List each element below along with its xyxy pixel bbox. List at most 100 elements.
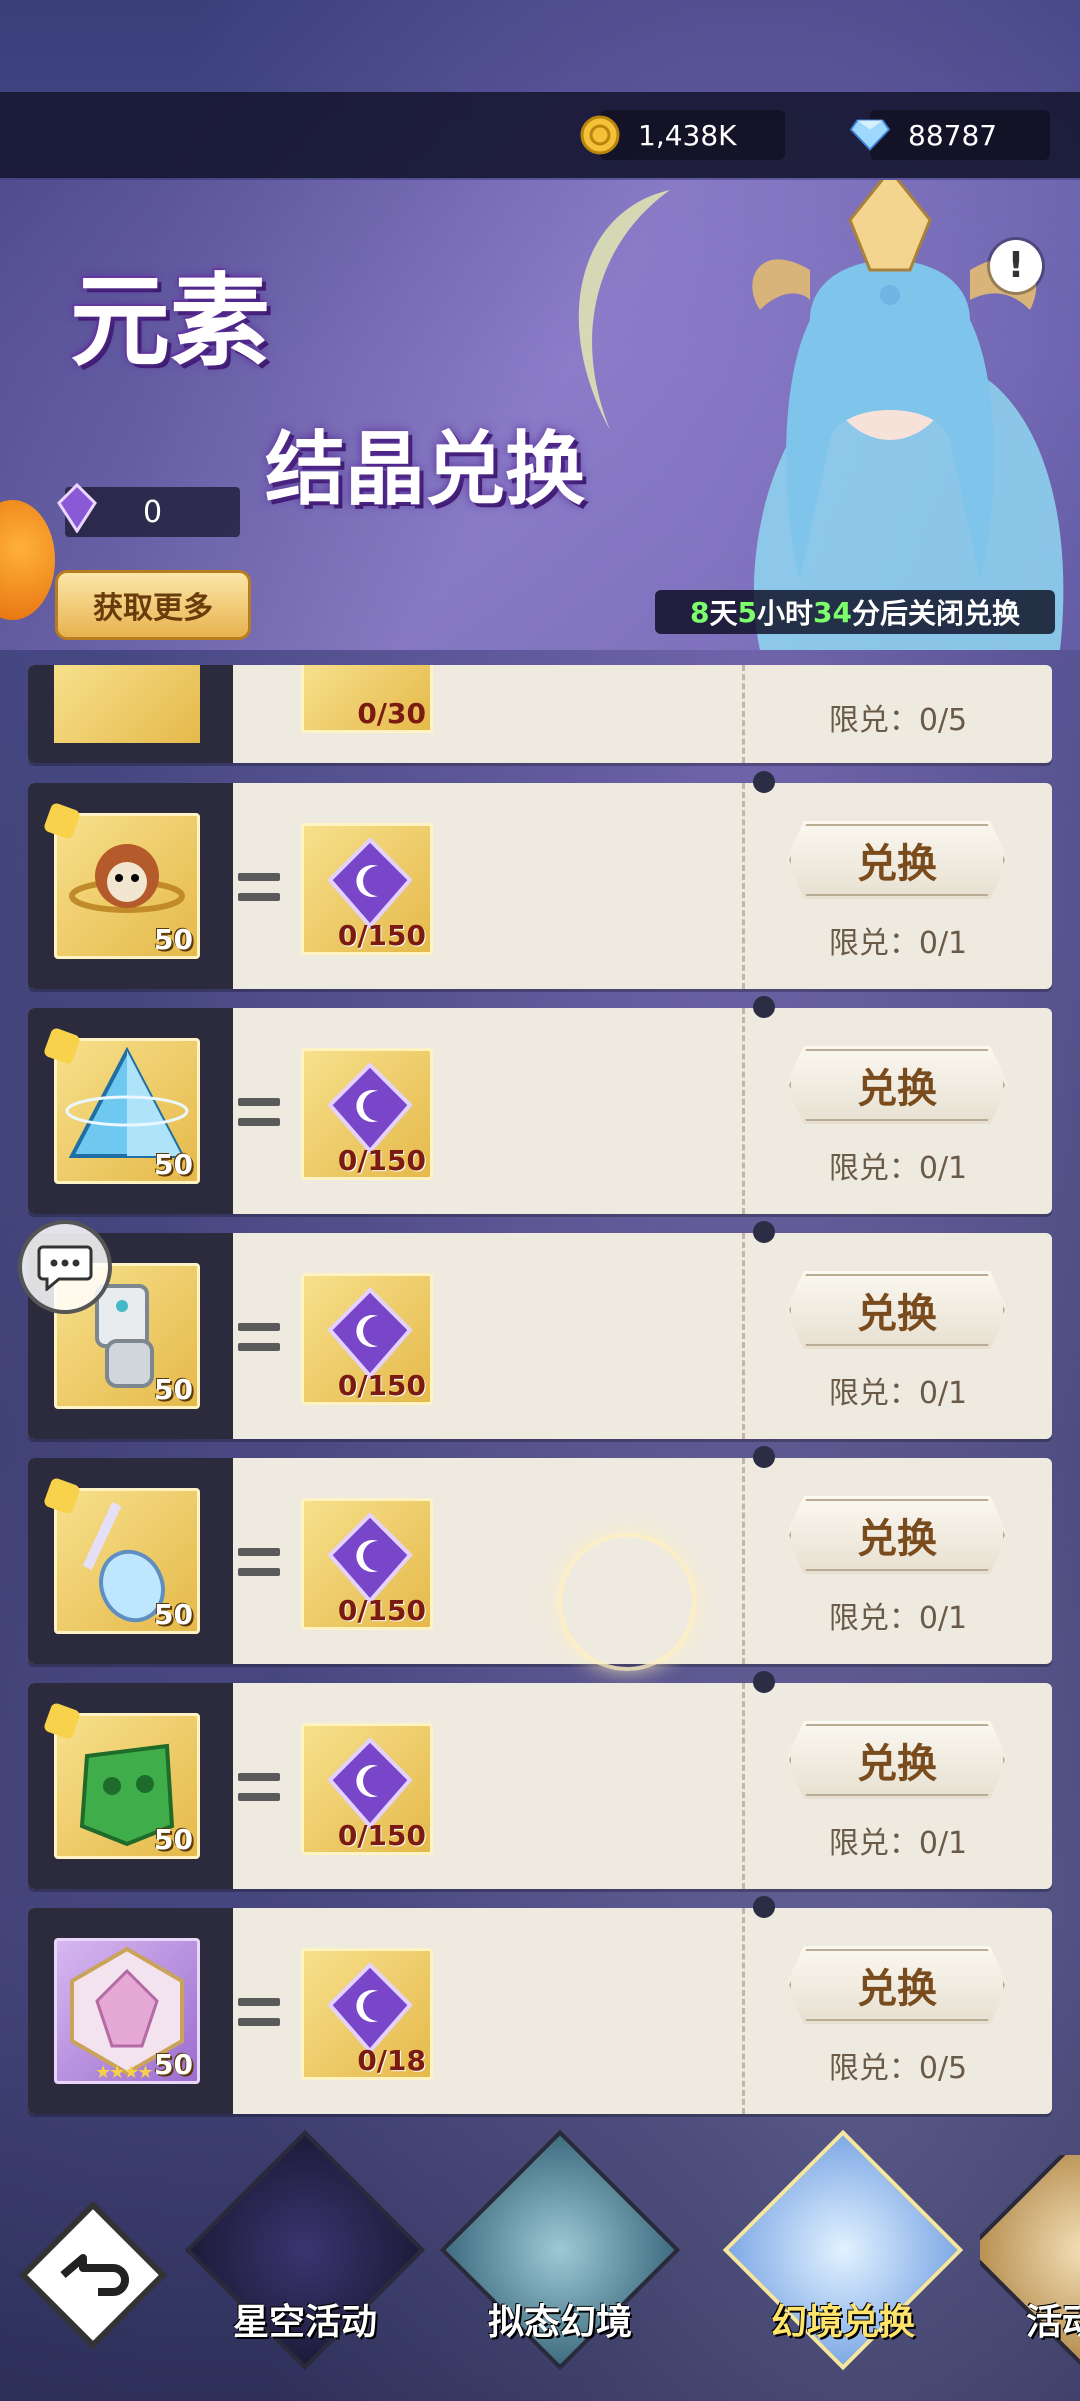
item-quantity: 50 [154,1373,193,1406]
item-panel: ★★★★ 50 [28,1908,233,2114]
item-panel: 50 [28,1008,233,1214]
cost-box: 0/150 [301,1498,433,1630]
divider [742,1458,745,1664]
info-button[interactable]: ! [990,240,1042,292]
tab-label: 活动 [1026,2302,1080,2343]
tab-realm-exchange[interactable]: 幻境兑换 [722,2129,964,2371]
sparkle-ring-effect [558,1533,696,1671]
ticket-notch [753,1446,775,1468]
cost-box: 0/18 [301,1948,433,2080]
chat-button[interactable] [18,1220,112,1314]
exchange-list: 0/30 限兑：0/5 50 0/150 兑换 限兑：0/1 50 0/150 … [28,665,1052,2133]
coin-amount: 1,438K [638,118,737,152]
crystal-orb-item[interactable] [54,665,200,743]
banner-title-main: 元素 [70,262,270,380]
exchange-button[interactable]: 兑换 [786,1721,1008,1799]
pink-gem-item[interactable]: ★★★★ 50 [54,1938,200,2084]
item-quantity: 50 [154,1148,193,1181]
crystal-violin-item[interactable]: 50 [42,1476,200,1634]
equals-icon [238,1098,280,1126]
exchange-row: 50 0/150 兑换 限兑：0/1 [28,996,1052,1214]
exchange-button[interactable]: 兑换 [786,1046,1008,1124]
equals-icon [238,1998,280,2026]
jade-mask-item[interactable]: 50 [42,1701,200,1859]
item-quantity: 50 [154,1598,193,1631]
purple-crystal-icon [328,1513,412,1603]
cost-value: 0/150 [337,1594,426,1627]
purple-crystal-icon [328,838,412,928]
back-button[interactable] [18,2200,168,2350]
exchange-button[interactable]: 兑换 [786,821,1008,899]
purple-crystal-icon [328,1963,412,2053]
star-rating: ★★★★ [95,2062,154,2083]
exchange-button[interactable]: 兑换 [786,1271,1008,1349]
exchange-row: 50 0/150 兑换 限兑：0/1 [28,1446,1052,1671]
divider [742,1233,745,1439]
tab-activity[interactable]: 活动 [980,2155,1080,2365]
cost-box: 0/150 [301,823,433,955]
tab-label: 幻境兑换 [770,2302,915,2343]
coin-counter[interactable]: 1,438K [580,110,785,160]
divider [742,665,745,763]
countdown-hours: 5 [737,595,757,629]
exchange-limit: 限兑：0/5 [828,2051,968,2086]
tab-label: 拟态幻境 [487,2302,632,2343]
exchange-row: 50 0/150 兑换 限兑：0/1 [28,1671,1052,1889]
equals-icon [238,1773,280,1801]
ticket-notch [753,996,775,1018]
exchange-button[interactable]: 兑换 [786,1946,1008,2024]
cost-box: 0/150 [301,1723,433,1855]
exchange-limit: 限兑：0/1 [828,926,968,961]
exchange-limit: 限兑：0/1 [828,1826,968,1861]
cost-value: 0/18 [357,2044,426,2077]
ticket-notch [753,771,775,793]
exchange-row: 0/30 限兑：0/5 [28,665,1052,763]
gem-amount: 88787 [908,118,998,152]
countdown-days: 8 [690,595,710,629]
exchange-limit: 限兑：0/1 [828,1376,968,1411]
bottom-nav: 星空活动 拟态幻境 幻境兑换 活动 [0,2120,1080,2401]
ticket-notch [753,1221,775,1243]
robot-pet-item[interactable]: 50 [42,801,200,959]
equals-icon [238,1323,280,1351]
countdown-minutes: 34 [813,595,852,629]
item-quantity: 50 [154,2048,193,2081]
item-panel [28,665,233,763]
ticket-notch [753,1896,775,1918]
tab-starry-event[interactable]: 星空活动 [184,2129,426,2371]
get-more-button[interactable]: 获取更多 [55,570,251,640]
purple-crystal-icon [328,1288,412,1378]
countdown-minute-unit: 分 [851,597,880,630]
ticket-notch [753,1671,775,1693]
item-quantity: 50 [154,1823,193,1856]
countdown-day-unit: 天 [709,597,738,630]
exchange-limit: 限兑：0/5 [828,703,968,738]
cost-box: 0/30 [301,665,433,733]
item-panel: 50 [28,783,233,989]
ice-pyramid-item[interactable]: 50 [42,1026,200,1184]
cost-value: 0/150 [337,1369,426,1402]
equals-icon [238,873,280,901]
equals-icon [238,1548,280,1576]
cost-value: 0/150 [337,919,426,952]
item-panel: 50 [28,1458,233,1664]
tab-label: 星空活动 [232,2302,377,2343]
exchange-row: ★★★★ 50 0/18 兑换 限兑：0/5 [28,1896,1052,2114]
diamond-icon [850,115,890,155]
exchange-button[interactable]: 兑换 [786,1496,1008,1574]
crystal-balance-value: 0 [142,494,163,530]
item-panel: 50 [28,1683,233,1889]
cost-value: 0/150 [337,1144,426,1177]
divider [742,1683,745,1889]
divider [742,1908,745,2114]
crystal-balance: 0 [57,482,240,537]
purple-crystal-icon [57,482,97,541]
gem-counter[interactable]: 88787 [850,110,1050,160]
cost-value: 0/30 [357,697,426,730]
tab-mimic-realm[interactable]: 拟态幻境 [439,2129,681,2371]
crescent-decoration [578,190,670,430]
exchange-row: 50 0/150 兑换 限兑：0/1 [28,1221,1052,1439]
coin-icon [580,115,620,155]
cost-value: 0/150 [337,1819,426,1852]
countdown-suffix: 后关闭兑换 [879,597,1020,630]
